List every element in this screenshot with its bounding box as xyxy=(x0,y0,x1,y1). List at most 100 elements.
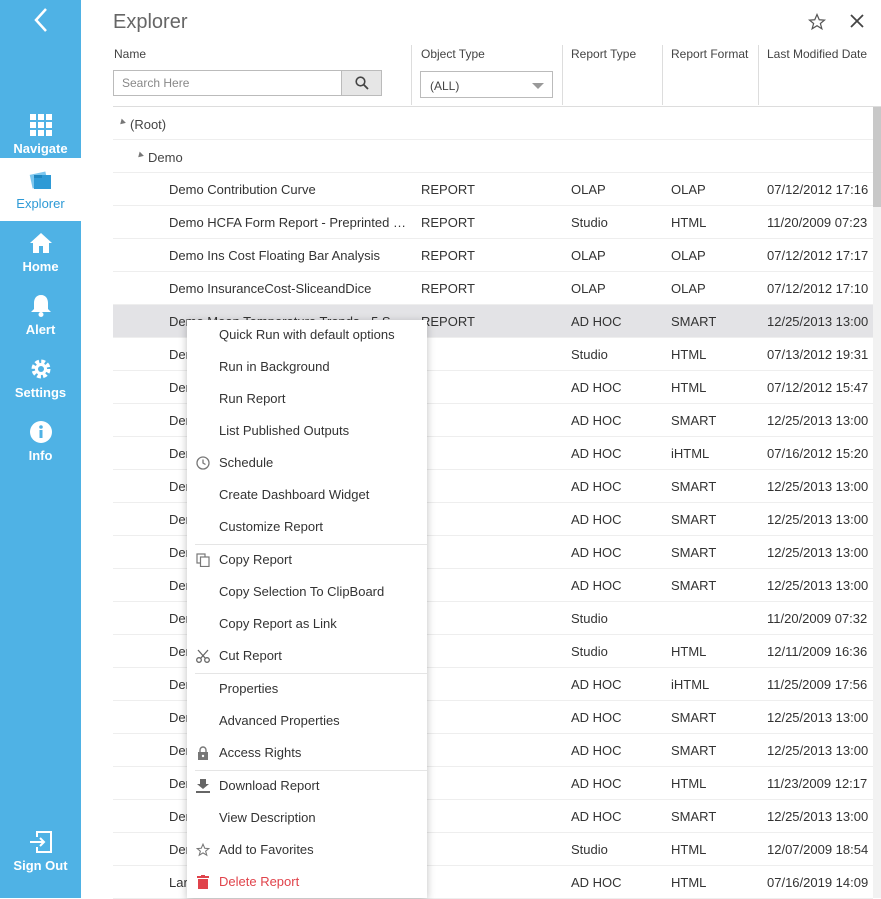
table-row[interactable]: Demo InsuranceCost-SliceandDice REPORT OLA… xyxy=(113,272,873,305)
close-icon xyxy=(850,14,864,28)
table-row[interactable]: Demo Contribution Curve REPORT OLAP OLAP 07/… xyxy=(113,173,873,206)
cell-object-type: REPORT xyxy=(421,314,475,329)
menu-item-download-report[interactable]: Download Report xyxy=(187,771,427,803)
back-button[interactable] xyxy=(0,0,81,40)
menu-item-copy-report[interactable]: Copy Report xyxy=(187,545,427,577)
close-button[interactable] xyxy=(849,13,869,33)
bell-icon xyxy=(29,294,53,318)
object-type-value: (ALL) xyxy=(430,79,460,93)
clock-icon xyxy=(195,455,211,471)
tree-node-label: Demo xyxy=(148,150,183,165)
expand-icon xyxy=(136,151,144,160)
cell-report-type: AD HOC xyxy=(571,578,622,593)
cell-last-modified: 12/25/2013 13:00 xyxy=(767,743,869,758)
sidebar-item-alert[interactable]: Alert xyxy=(0,284,81,347)
menu-item-label: Copy Report as Link xyxy=(219,616,337,631)
column-header-report-format[interactable]: Report Format xyxy=(671,47,748,61)
cell-report-type: AD HOC xyxy=(571,677,622,692)
grid-icon xyxy=(29,113,53,137)
cell-last-modified: 11/20/2009 07:32 xyxy=(767,611,868,626)
sidebar-item-label: Alert xyxy=(25,322,56,337)
menu-item-label: Create Dashboard Widget xyxy=(219,487,370,502)
menu-item-create-dashboard-widget[interactable]: Create Dashboard Widget xyxy=(187,480,427,512)
cell-report-format: HTML xyxy=(671,842,707,857)
cell-report-type: Studio xyxy=(571,215,608,230)
search-field xyxy=(113,70,382,96)
menu-item-access-rights[interactable]: Access Rights xyxy=(187,738,427,770)
sign-out-label: Sign Out xyxy=(13,858,68,873)
cell-report-type: AD HOC xyxy=(571,446,622,461)
cell-object-type: REPORT xyxy=(421,248,475,263)
cell-last-modified: 12/25/2013 13:00 xyxy=(767,545,869,560)
cell-report-format: iHTML xyxy=(671,446,710,461)
tree-node-demo[interactable]: Demo xyxy=(113,140,873,173)
column-header-name[interactable]: Name xyxy=(114,47,146,61)
menu-item-label: Cut Report xyxy=(219,648,282,663)
column-header-report-type[interactable]: Report Type xyxy=(571,47,636,61)
column-divider xyxy=(411,45,412,105)
table-row[interactable]: Demo HCFA Form Report - Preprinted Form R… xyxy=(113,206,873,239)
star-icon xyxy=(195,842,211,858)
menu-item-advanced-properties[interactable]: Advanced Properties xyxy=(187,706,427,738)
sidebar-item-label: Info xyxy=(28,448,53,463)
cell-last-modified: 07/13/2012 19:31 xyxy=(767,347,869,362)
cell-last-modified: 12/07/2009 18:54 xyxy=(767,842,869,857)
cell-report-type: Studio xyxy=(571,842,608,857)
copy-icon xyxy=(195,552,211,568)
menu-item-label: Copy Selection To ClipBoard xyxy=(219,584,385,599)
menu-item-label: Add to Favorites xyxy=(219,842,314,857)
sidebar-item-navigate[interactable]: Navigate xyxy=(0,103,81,166)
tree-node-root[interactable]: (Root) xyxy=(113,107,873,140)
table-row[interactable]: Demo Ins Cost Floating Bar Analysis REPOR… xyxy=(113,239,873,272)
search-input[interactable] xyxy=(114,71,341,95)
search-icon xyxy=(354,76,369,90)
menu-item-delete-report[interactable]: Delete Report xyxy=(187,867,427,899)
menu-item-run-in-background[interactable]: Run in Background xyxy=(187,352,427,384)
download-icon xyxy=(195,778,211,794)
cell-report-type: AD HOC xyxy=(571,776,622,791)
menu-item-quick-run-with-default-options[interactable]: Quick Run with default options xyxy=(187,320,427,352)
cell-name: Demo HCFA Form Report - Preprinted Form xyxy=(169,215,409,230)
scrollbar[interactable] xyxy=(873,107,881,898)
cell-report-format: SMART xyxy=(671,743,717,758)
menu-item-view-description[interactable]: View Description xyxy=(187,803,427,835)
menu-item-properties[interactable]: Properties xyxy=(187,674,427,706)
sign-out-button[interactable]: Sign Out xyxy=(0,820,81,883)
home-icon xyxy=(29,231,53,255)
menu-item-add-to-favorites[interactable]: Add to Favorites xyxy=(187,835,427,867)
cell-last-modified: 12/25/2013 13:00 xyxy=(767,314,869,329)
info-icon xyxy=(29,420,53,444)
menu-item-cut-report[interactable]: Cut Report xyxy=(187,641,427,673)
search-button[interactable] xyxy=(341,71,381,95)
cell-report-type: Studio xyxy=(571,611,608,626)
cell-report-format: OLAP xyxy=(671,182,706,197)
sidebar-item-settings[interactable]: Settings xyxy=(0,347,81,410)
cell-last-modified: 07/16/2012 15:20 xyxy=(767,446,869,461)
menu-item-copy-selection-to-clipboard[interactable]: Copy Selection To ClipBoard xyxy=(187,577,427,609)
sidebar-item-home[interactable]: Home xyxy=(0,221,81,284)
column-header-object-type[interactable]: Object Type xyxy=(421,47,485,61)
context-menu: Quick Run with default options Run in Bac… xyxy=(187,320,427,898)
menu-item-run-report[interactable]: Run Report xyxy=(187,384,427,416)
menu-item-schedule[interactable]: Schedule xyxy=(187,448,427,480)
favorite-button[interactable] xyxy=(807,12,828,33)
menu-item-list-published-outputs[interactable]: List Published Outputs xyxy=(187,416,427,448)
cell-report-format: OLAP xyxy=(671,281,706,296)
sidebar-item-label: Navigate xyxy=(13,141,68,156)
cell-report-type: AD HOC xyxy=(571,710,622,725)
cell-report-format: SMART xyxy=(671,314,717,329)
sidebar-item-info[interactable]: Info xyxy=(0,410,81,473)
object-type-select[interactable]: (ALL) xyxy=(420,71,553,98)
column-divider xyxy=(758,45,759,105)
menu-item-customize-report[interactable]: Customize Report xyxy=(187,512,427,544)
folders-icon xyxy=(29,168,53,192)
cell-object-type: REPORT xyxy=(421,182,475,197)
cell-report-format: iHTML xyxy=(671,677,710,692)
scroll-thumb[interactable] xyxy=(873,107,881,207)
menu-item-label: List Published Outputs xyxy=(219,423,350,438)
column-header-last-modified[interactable]: Last Modified Date xyxy=(767,47,867,61)
cell-last-modified: 12/25/2013 13:00 xyxy=(767,512,869,527)
menu-item-copy-report-as-link[interactable]: Copy Report as Link xyxy=(187,609,427,641)
cell-report-type: AD HOC xyxy=(571,479,622,494)
sidebar-item-explorer[interactable]: Explorer xyxy=(0,158,81,221)
